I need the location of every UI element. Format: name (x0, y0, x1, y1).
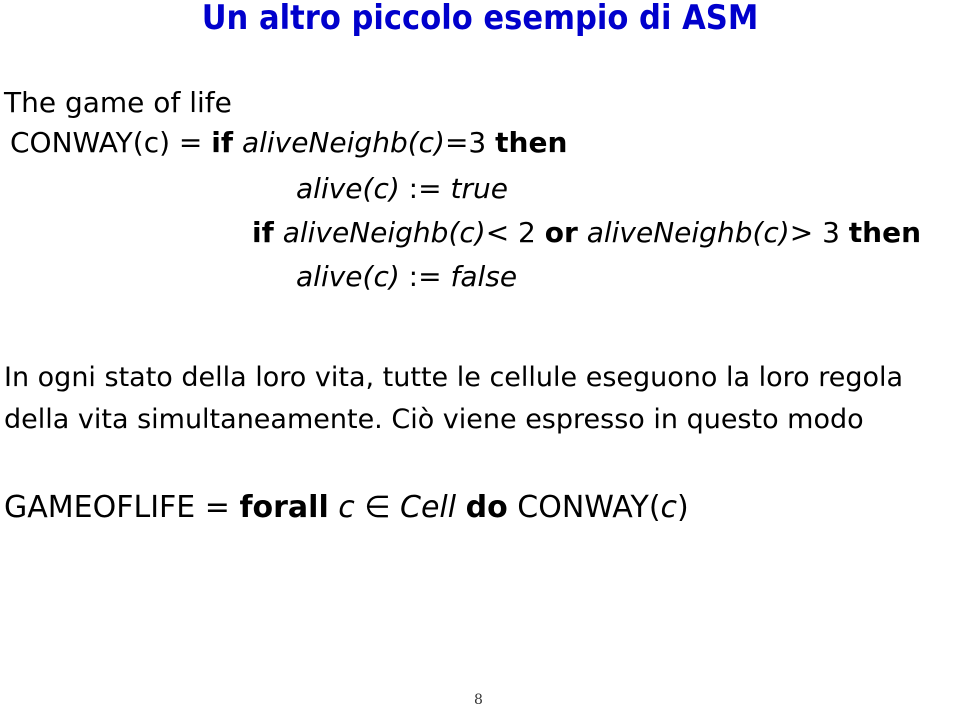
condition: aliveNeighb(c) (241, 126, 445, 159)
conway-rule-line3: if aliveNeighb(c)< 2 or aliveNeighb(c)> … (252, 216, 921, 249)
page-number: 8 (474, 692, 483, 708)
operator-1: < 2 (485, 216, 545, 249)
element-of: ∈ (354, 490, 401, 525)
operator-2: > 3 (789, 216, 849, 249)
assign-lhs: alive(c) (296, 260, 400, 293)
keyword-then: then (848, 216, 922, 249)
conway-rule-line1: CONWAY(c) = if aliveNeighb(c)=3 then (10, 126, 567, 159)
assign-lhs: alive(c) (296, 172, 400, 205)
keyword-if: if (252, 216, 274, 249)
conway-rule-line2: alive(c) := true (296, 172, 508, 205)
keyword-forall: forall (239, 490, 329, 525)
gameoflife-lhs: GAMEOFLIFE = (4, 490, 240, 525)
operator: =3 (444, 126, 496, 159)
keyword-do: do (465, 490, 508, 525)
keyword-then: then (495, 126, 568, 159)
subtitle: The game of life (4, 86, 232, 119)
gameoflife-rule: GAMEOFLIFE = forall c ∈ Cell do CONWAY(c… (4, 490, 689, 525)
paragraph-line-1: In ogni stato della loro vita, tutte le … (4, 362, 904, 393)
rhs-pre: CONWAY( (517, 490, 661, 525)
rhs-var: c (660, 490, 678, 525)
slide-title: Un altro piccolo esempio di ASM (201, 0, 759, 38)
conway-rule-line4: alive(c) := false (296, 260, 517, 293)
keyword-or: or (544, 216, 578, 249)
assign-val: true (450, 172, 508, 205)
assign-val: false (450, 260, 518, 293)
conway-lhs: CONWAY(c) = (10, 126, 212, 159)
rhs-post: ) (677, 490, 689, 525)
assign-op: := (399, 172, 451, 205)
condition-1: aliveNeighb(c) (282, 216, 486, 249)
paragraph-line-2: della vita simultaneamente. Ciò viene es… (4, 404, 864, 435)
assign-op: := (399, 260, 451, 293)
keyword-if: if (211, 126, 234, 159)
set-name: Cell (400, 490, 457, 525)
variable: c (338, 490, 355, 525)
condition-2: aliveNeighb(c) (586, 216, 790, 249)
